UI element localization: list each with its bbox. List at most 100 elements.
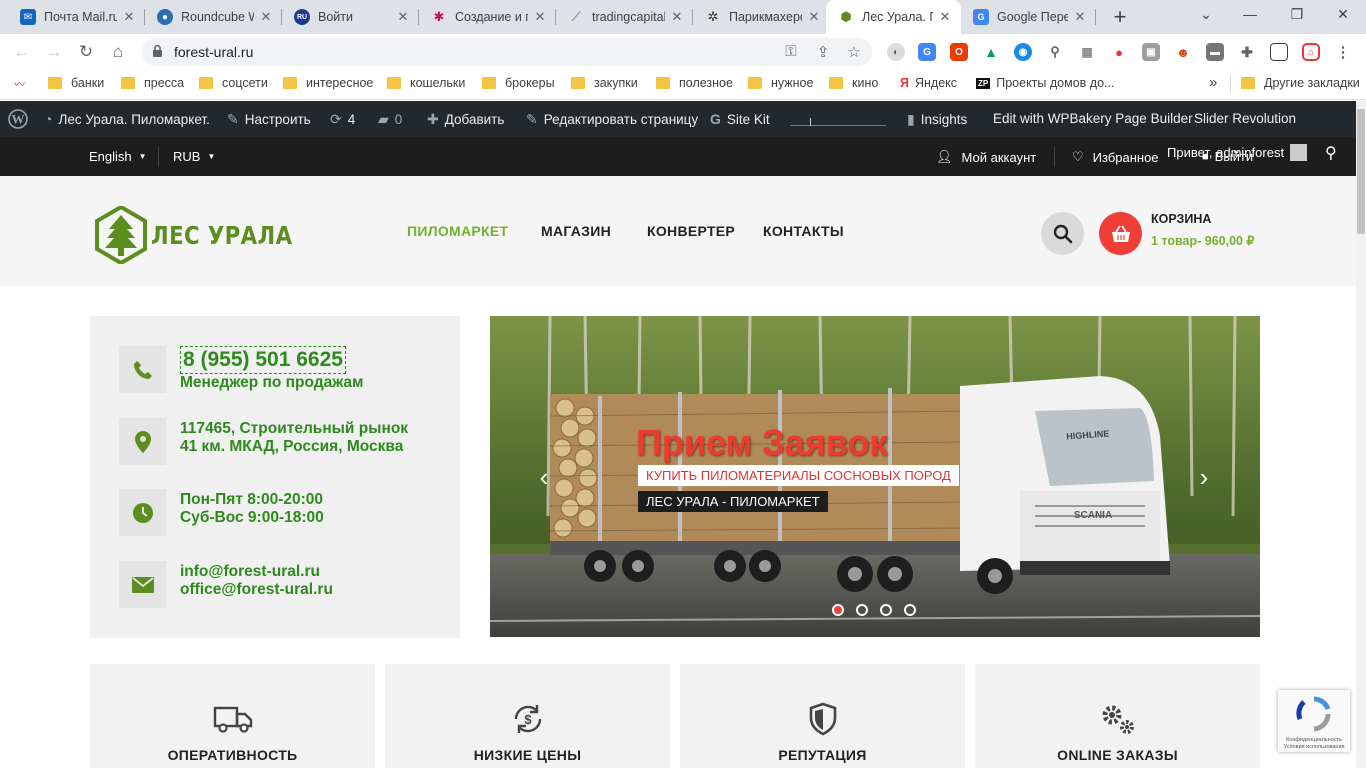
browser-tab[interactable]: RU Войти ✕ [282, 0, 419, 34]
site-logo[interactable]: ЛЕС УРАЛА [95, 206, 317, 264]
share-icon[interactable]: ⇪ [814, 43, 832, 61]
wp-slider-revolution[interactable]: Slider Revolution [1194, 111, 1296, 126]
location-pin-icon[interactable]: ⚲ [1046, 43, 1064, 61]
close-tab-icon[interactable]: ✕ [532, 9, 548, 25]
close-window-button[interactable]: ✕ [1329, 4, 1357, 24]
extension-dark-icon[interactable]: ▬ [1206, 43, 1224, 61]
bookmark-folder[interactable]: полезное [656, 76, 733, 90]
cart-summary[interactable]: 1 товар- 960,00 ₽ [1151, 233, 1254, 248]
language-selector[interactable]: English ▼ [89, 149, 147, 164]
browser-tab[interactable]: ✱ Создание и п ✕ [419, 0, 556, 34]
cart-title[interactable]: КОРЗИНА [1151, 212, 1211, 226]
bookmark-folder[interactable]: соцсети [199, 76, 268, 90]
slider-dot[interactable] [856, 604, 868, 616]
email-office-link[interactable]: office@forest-ural.ru [180, 581, 333, 599]
forward-button[interactable]: → [42, 40, 66, 64]
slider-dot[interactable] [832, 604, 844, 616]
wp-updates[interactable]: ⟳ 4 [330, 111, 355, 128]
avatar-extension-icon[interactable]: ☻ [1174, 43, 1192, 61]
favorites-link[interactable]: ♡ Избранное [1072, 149, 1159, 165]
map-marker-icon[interactable]: ● [1110, 43, 1128, 61]
bookmark-folder[interactable]: кино [829, 76, 878, 90]
google-translate-icon: G [973, 9, 989, 25]
extension-icon[interactable]: ◐ [887, 43, 905, 61]
wp-add-new[interactable]: ✚ Добавить [427, 111, 504, 128]
google-drive-icon[interactable]: ▲ [982, 43, 1000, 61]
other-bookmarks[interactable]: Другие закладки [1241, 76, 1360, 90]
close-tab-icon[interactable]: ✕ [395, 9, 411, 25]
slider-dot[interactable] [904, 604, 916, 616]
slider-dot[interactable] [880, 604, 892, 616]
browser-tab[interactable]: ● Roundcube W ✕ [145, 0, 282, 34]
header-search-button[interactable] [1041, 212, 1084, 255]
bookmark-folder[interactable]: закупки [571, 76, 638, 90]
phone-number-link[interactable]: 8 (955) 501 6625 [180, 346, 346, 374]
wp-comments[interactable]: ▰ 0 [378, 111, 402, 128]
bookmark-app[interactable]: 〰 [14, 76, 25, 92]
new-tab-button[interactable]: + [1108, 6, 1132, 28]
more-bookmarks-button[interactable]: » [1209, 74, 1217, 91]
close-tab-icon[interactable]: ✕ [258, 9, 274, 25]
my-account-link[interactable]: 👤︎ Мой аккаунт [936, 149, 1036, 165]
home-button[interactable]: ⌂ [106, 40, 130, 64]
cart-button[interactable] [1099, 212, 1142, 255]
wp-site-kit[interactable]: G Site Kit [710, 111, 770, 127]
wordpress-logo[interactable]: W [8, 109, 28, 129]
google-translate-icon[interactable]: G [918, 43, 936, 61]
dollar-refresh-icon: $ [385, 702, 670, 736]
recaptcha-badge[interactable]: Конфиденциальность Условия использования [1278, 690, 1350, 752]
nav-pilomarket[interactable]: ПИЛОМАРКЕТ [407, 223, 508, 239]
close-tab-icon[interactable]: ✕ [669, 9, 685, 25]
currency-selector[interactable]: RUB ▼ [173, 149, 215, 164]
calendar-icon[interactable]: ▦ [1078, 43, 1096, 61]
wp-edit-page[interactable]: ✎ Редактировать страницу [526, 111, 698, 128]
office-icon[interactable]: O [950, 43, 968, 61]
close-tab-icon[interactable]: ✕ [1072, 9, 1088, 25]
browser-tab[interactable]: ⟋ tradingcapital ✕ [556, 0, 693, 34]
tab-search-icon[interactable]: ⌄ [1192, 4, 1220, 24]
bookmark-star-icon[interactable]: ☆ [845, 43, 863, 61]
wp-greeting[interactable]: Привет, adminforest [1167, 144, 1308, 161]
scrollbar-thumb[interactable] [1357, 109, 1365, 234]
slider-next-arrow[interactable]: › [1192, 464, 1216, 490]
back-button[interactable]: ← [10, 40, 34, 64]
globe-icon[interactable]: ◉ [1014, 43, 1032, 61]
maximize-button[interactable]: ❐ [1283, 4, 1311, 24]
nav-contacts[interactable]: КОНТАКТЫ [763, 223, 844, 239]
bookmark-folder[interactable]: нужное [748, 76, 813, 90]
browser-tab[interactable]: G Google Пере ✕ [961, 0, 1096, 34]
close-tab-icon[interactable]: ✕ [121, 9, 137, 25]
bookmark-projects[interactable]: ZP Проекты домов до... [976, 76, 1114, 90]
page-scrollbar[interactable] [1356, 101, 1366, 768]
browser-tab[interactable]: ✲ Парикмахерс ✕ [693, 0, 830, 34]
close-tab-icon[interactable]: ✕ [806, 9, 822, 25]
browser-tab[interactable]: ✉ Почта Mail.ru ✕ [8, 0, 145, 34]
wp-customize[interactable]: ✎ Настроить [227, 111, 311, 128]
address-bar[interactable]: forest-ural.ru ⚿ ⇪ ☆ [142, 38, 872, 66]
minimize-button[interactable]: — [1236, 4, 1264, 24]
profile-icon[interactable]: ⌂ [1302, 43, 1320, 61]
sidebar-icon[interactable] [1270, 43, 1288, 61]
reload-button[interactable]: ↻ [74, 40, 98, 64]
email-info-link[interactable]: info@forest-ural.ru [180, 563, 333, 581]
bookmark-folder[interactable]: брокеры [482, 76, 555, 90]
wp-site-name[interactable]: ◔ Лес Урала. Пиломаркет. [44, 111, 210, 127]
wp-search-icon[interactable]: ⚲ [1325, 143, 1337, 163]
wp-wpbakery[interactable]: Edit with WPBakery Page Builder [993, 111, 1193, 126]
browser-tab-active[interactable]: ⬢ Лес Урала. П ✕ [826, 0, 961, 34]
close-tab-icon[interactable]: ✕ [937, 9, 953, 25]
extension-gray-icon[interactable]: ▣ [1142, 43, 1160, 61]
key-icon[interactable]: ⚿ [782, 43, 800, 60]
bookmark-yandex[interactable]: Я Яндекс [900, 76, 957, 90]
nav-converter[interactable]: КОНВЕРТЕР [647, 223, 735, 239]
bookmark-folder[interactable]: интересное [283, 76, 373, 90]
slider-prev-arrow[interactable]: ‹ [532, 464, 556, 490]
wp-insights[interactable]: ▮ Insights [907, 111, 967, 128]
menu-dots-icon[interactable]: ⋮ [1334, 43, 1352, 61]
bookmark-folder[interactable]: пресса [121, 76, 184, 90]
puzzle-icon[interactable]: ✚ [1238, 43, 1256, 61]
bookmark-folder[interactable]: кошельки [387, 76, 465, 90]
nav-shop[interactable]: МАГАЗИН [541, 223, 611, 239]
hero-slider: SCANIA HIGHLINE Прием Заявок КУПИТЬ ПИЛО… [490, 316, 1260, 637]
bookmark-folder[interactable]: банки [48, 76, 104, 90]
